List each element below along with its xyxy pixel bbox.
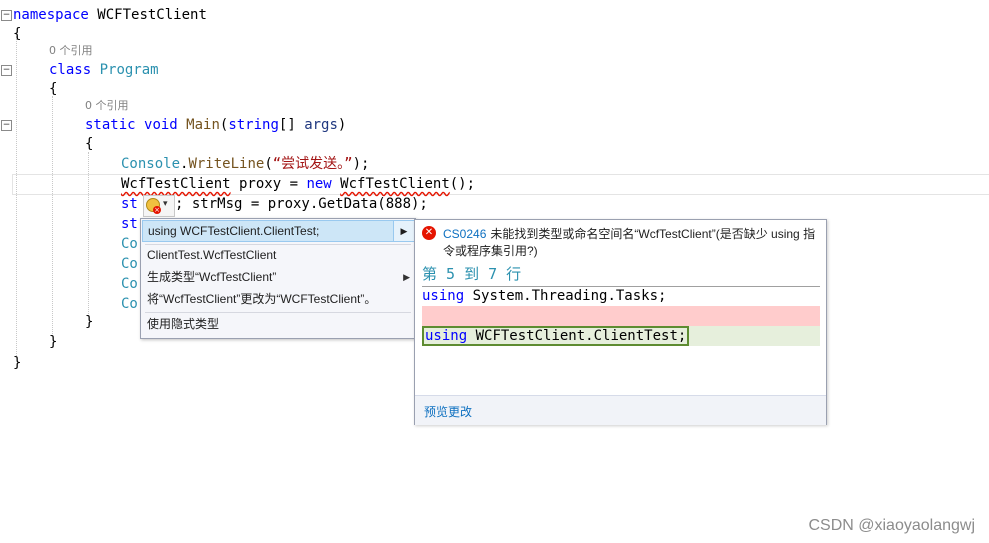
console-type-partial: Co (121, 296, 138, 312)
menu-item-rename[interactable]: 将“WcfTestClient”更改为“WCFTestClient”。 (142, 288, 414, 310)
fold-collapse-icon[interactable]: − (1, 10, 12, 21)
code-line-main: static void Main(string[] args) (85, 115, 346, 135)
namespace-name: WCFTestClient (97, 7, 207, 23)
preview-changes-link[interactable]: 预览更改 (424, 403, 472, 420)
reference-count[interactable]: 0 个引用 (85, 98, 129, 114)
keyword-string: string (228, 117, 279, 133)
paren: ) (337, 117, 347, 133)
console-type-partial: Co (121, 236, 138, 252)
submenu-arrow-icon[interactable]: ▶ (393, 221, 414, 241)
code-line-namespace: namespace WCFTestClient (13, 5, 207, 25)
param-args: args (304, 117, 338, 133)
keyword-string-partial: st (121, 196, 138, 212)
console-type: Console (121, 156, 181, 172)
quick-actions-menu: using WCFTestClient.ClientTest; ▶ Client… (140, 218, 416, 339)
quick-actions-lightbulb[interactable]: × ▾ (143, 195, 175, 217)
code-line-writeline: Console.WriteLine(“尝试发送。”); (121, 154, 369, 174)
error-message: CS0246 未能找到类型或命名空间名“WcfTestClient”(是否缺少 u… (443, 226, 823, 260)
preview-footer: 预览更改 (415, 395, 826, 425)
menu-item-label: ClientTest.WcfTestClient (147, 248, 277, 262)
code-line-partial: Co (121, 234, 138, 254)
code-line-brace: { (13, 26, 22, 42)
code-line-strmsg: st (121, 194, 138, 214)
paren: ( (264, 156, 273, 172)
preview-line-added: using WCFTestClient.ClientTest; (422, 326, 820, 346)
indent-guide (16, 36, 17, 356)
preview-line-removed (422, 306, 820, 326)
code-line-partial: Co (121, 274, 138, 294)
fix-preview-panel: ✕ CS0246 未能找到类型或命名空间名“WcfTestClient”(是否缺少… (414, 219, 827, 425)
menu-item-label: using WCFTestClient.ClientTest; (148, 224, 320, 238)
preview-line-context: using System.Threading.Tasks; (422, 286, 820, 306)
reference-count[interactable]: 0 个引用 (49, 43, 93, 59)
keyword-new: new (306, 176, 332, 192)
error-icon: ✕ (422, 226, 436, 240)
added-code-highlight: using WCFTestClient.ClientTest; (422, 326, 690, 346)
using-namespace: System.Threading.Tasks; (464, 288, 667, 304)
console-type-partial: Co (121, 276, 138, 292)
menu-item-label: 生成类型“WcfTestClient” (147, 270, 277, 284)
error-code-link[interactable]: CS0246 (443, 227, 486, 241)
keyword-void: void (144, 117, 178, 133)
fold-collapse-icon[interactable]: − (1, 120, 12, 131)
array-brackets: [] (278, 117, 305, 133)
var-proxy: proxy = (230, 176, 307, 192)
line-range: 第 5 到 7 行 (422, 265, 522, 283)
code-line-partial: st (121, 214, 138, 234)
using-namespace: WCFTestClient.ClientTest; (467, 328, 687, 344)
error-squiggle-type[interactable]: WcfTestClient (121, 176, 231, 192)
console-type-partial: Co (121, 256, 138, 272)
indent-guide (52, 96, 53, 336)
code-line-brace: { (49, 81, 58, 97)
statement-end: ); (352, 156, 370, 172)
menu-item-label: 将“WcfTestClient”更改为“WCFTestClient”。 (147, 292, 377, 306)
writeline-method: WriteLine (188, 156, 265, 172)
class-name: Program (99, 62, 159, 78)
code-line-class: class Program (49, 60, 159, 80)
keyword-string-partial: st (121, 216, 138, 232)
code-line-partial: Co (121, 294, 138, 314)
keyword-static: static (85, 117, 136, 133)
code-line-partial: Co (121, 254, 138, 274)
code-line-strmsg-rest: ; strMsg = proxy.GetData(888); (175, 196, 428, 212)
keyword-using: using (422, 288, 465, 304)
watermark: CSDN @xiaoyaolangwj (808, 517, 975, 534)
keyword-using: using (425, 328, 468, 344)
code-line-brace: } (85, 314, 94, 330)
fold-collapse-icon[interactable]: − (1, 65, 12, 76)
statement-end: (); (449, 176, 476, 192)
code-line-brace: } (13, 355, 22, 371)
code-line-brace: } (49, 334, 58, 350)
menu-item-implicit-type[interactable]: 使用隐式类型 (142, 313, 414, 335)
menu-item-label: 使用隐式类型 (147, 317, 220, 331)
error-text: 未能找到类型或命名空间名“WcfTestClient”(是否缺少 using 指… (443, 227, 816, 258)
chevron-down-icon: ▾ (163, 199, 168, 209)
menu-item-add-using[interactable]: using WCFTestClient.ClientTest; ▶ (142, 220, 414, 242)
keyword-namespace: namespace (13, 7, 89, 23)
error-badge-icon: × (153, 206, 161, 214)
error-squiggle-ctor[interactable]: WcfTestClient (340, 176, 450, 192)
string-literal: “尝试发送。” (272, 156, 353, 172)
submenu-arrow-icon: ▶ (403, 272, 410, 282)
menu-item-fully-qualify[interactable]: ClientTest.WcfTestClient (142, 244, 414, 266)
method-name: Main (186, 117, 220, 133)
menu-item-generate-type[interactable]: 生成类型“WcfTestClient” ▶ (142, 266, 414, 288)
code-line-brace: { (85, 136, 94, 152)
code-line-client: WcfTestClient proxy = new WcfTestClient(… (121, 174, 475, 194)
keyword-class: class (49, 62, 92, 78)
